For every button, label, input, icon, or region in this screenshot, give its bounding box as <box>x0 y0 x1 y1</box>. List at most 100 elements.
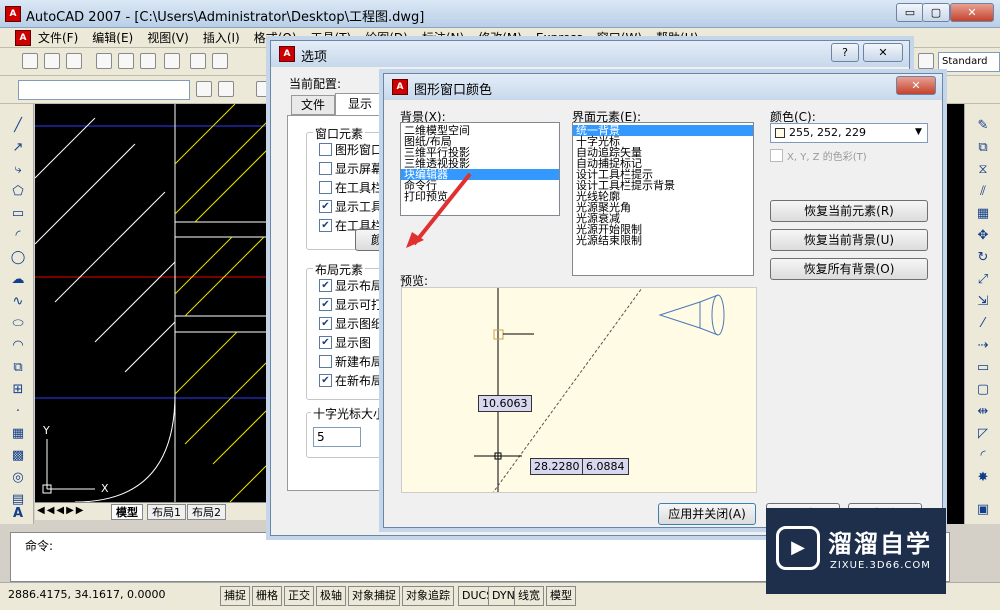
open-file-icon[interactable] <box>44 53 60 69</box>
copy-object-icon[interactable]: ⧉ <box>975 140 991 156</box>
menu-item-1[interactable]: 编辑(E) <box>92 28 133 48</box>
status-toggle-9[interactable]: 模型 <box>546 586 576 606</box>
scale-icon[interactable]: ⤢ <box>975 272 991 288</box>
join-icon[interactable]: ⇹ <box>975 404 991 420</box>
status-toggle-2[interactable]: 正交 <box>284 586 314 606</box>
ellipse-icon[interactable]: ⬭ <box>10 316 26 332</box>
status-toggle-0[interactable]: 捕捉 <box>220 586 250 606</box>
checkbox[interactable]: ✔ <box>319 218 332 232</box>
restore-all-contexts-button[interactable]: 恢复所有背景(O) <box>770 258 928 280</box>
checkbox[interactable]: ✔ <box>319 335 332 349</box>
drawing-area[interactable]: Y X <box>35 104 275 502</box>
restore-current-context-button[interactable]: 恢复当前背景(U) <box>770 229 928 251</box>
layer-previous-icon[interactable] <box>218 81 234 97</box>
publish-icon[interactable] <box>140 53 156 69</box>
extend-icon[interactable]: ⇢ <box>975 338 991 354</box>
arc-icon[interactable]: ◜ <box>10 228 26 244</box>
status-toggle-8[interactable]: 线宽 <box>514 586 544 606</box>
tab-files[interactable]: 文件 <box>291 95 335 115</box>
menu-item-3[interactable]: 插入(I) <box>203 28 240 48</box>
checkbox[interactable]: ✔ <box>319 297 332 311</box>
fillet-icon[interactable]: ◜ <box>975 448 991 464</box>
break-icon[interactable]: ▢ <box>975 382 991 398</box>
text-style-icon[interactable] <box>918 53 934 69</box>
move-icon[interactable]: ✥ <box>975 228 991 244</box>
gradient-icon[interactable]: ▩ <box>10 448 26 464</box>
construction-line-icon[interactable]: ↗ <box>10 140 26 156</box>
save-icon[interactable] <box>66 53 82 69</box>
window-elements-title: 窗口元素 <box>313 125 366 142</box>
new-file-icon[interactable] <box>22 53 38 69</box>
xyz-tint-checkbox[interactable] <box>770 149 783 162</box>
drawing-area-right[interactable] <box>942 104 964 524</box>
region-icon[interactable]: ◎ <box>10 470 26 486</box>
trim-icon[interactable]: ⁄ <box>975 316 991 332</box>
polyline-icon[interactable]: ⤷ <box>10 162 26 178</box>
checkbox[interactable] <box>319 180 332 194</box>
interface-element-list[interactable]: 统一背景 十字光标 自动追踪矢量 自动捕捉标记 设计工具栏提示 设计工具栏提示背景 光线轮廓… <box>572 122 754 276</box>
close-button[interactable]: ✕ <box>950 3 994 22</box>
make-block-icon[interactable]: ⊞ <box>10 382 26 398</box>
status-toggle-5[interactable]: 对象追踪 <box>402 586 454 606</box>
list-item[interactable]: 光源结束限制 <box>573 235 753 246</box>
erase-icon[interactable]: ✎ <box>975 118 991 134</box>
xyz-tint-option[interactable]: X, Y, Z 的色彩(T) <box>770 148 867 163</box>
multiline-text-icon[interactable]: A <box>10 506 26 522</box>
point-icon[interactable]: · <box>10 404 26 420</box>
checkbox[interactable] <box>319 142 332 156</box>
chamfer-icon[interactable]: ◸ <box>975 426 991 442</box>
properties-icon[interactable]: ▣ <box>975 502 991 518</box>
line-icon[interactable]: ╱ <box>10 118 26 134</box>
insert-block-icon[interactable]: ⧉ <box>10 360 26 376</box>
options-close-button[interactable]: ✕ <box>863 43 903 62</box>
stretch-icon[interactable]: ⇲ <box>975 294 991 310</box>
layer-manager-icon[interactable] <box>196 81 212 97</box>
array-icon[interactable]: ▦ <box>975 206 991 222</box>
break-at-point-icon[interactable]: ▭ <box>975 360 991 376</box>
circle-icon[interactable]: ◯ <box>10 250 26 266</box>
crosshair-size-input[interactable]: 5 <box>313 427 361 447</box>
menu-item-2[interactable]: 视图(V) <box>147 28 189 48</box>
polygon-icon[interactable]: ⬠ <box>10 184 26 200</box>
layer-combo[interactable] <box>18 80 190 100</box>
restore-button[interactable]: ▢ <box>922 3 950 22</box>
color-select[interactable]: 255, 252, 229 ▼ <box>770 123 928 143</box>
checkbox[interactable]: ✔ <box>319 316 332 330</box>
tab-scroll-arrows[interactable]: ◀◀◀▶▶ <box>37 505 85 516</box>
print-icon[interactable] <box>96 53 112 69</box>
cut-icon[interactable] <box>164 53 180 69</box>
text-style-combo[interactable]: Standard <box>938 52 1000 72</box>
spline-icon[interactable]: ∿ <box>10 294 26 310</box>
checkbox[interactable]: ✔ <box>319 199 332 213</box>
rotate-icon[interactable]: ↻ <box>975 250 991 266</box>
status-toggle-1[interactable]: 栅格 <box>252 586 282 606</box>
autocad-logo-icon: A <box>5 6 21 22</box>
colors-close-button[interactable]: ✕ <box>896 76 936 95</box>
status-toggle-4[interactable]: 对象捕捉 <box>348 586 400 606</box>
status-toggle-3[interactable]: 极轴 <box>316 586 346 606</box>
hatch-icon[interactable]: ▦ <box>10 426 26 442</box>
checkbox[interactable] <box>319 354 332 368</box>
plot-preview-icon[interactable] <box>118 53 134 69</box>
tab-layout2[interactable]: 布局2 <box>187 504 226 520</box>
ellipse-arc-icon[interactable]: ◠ <box>10 338 26 354</box>
copy-icon[interactable] <box>190 53 206 69</box>
checkbox[interactable] <box>319 161 332 175</box>
restore-current-element-button[interactable]: 恢复当前元素(R) <box>770 200 928 222</box>
options_dialog-layout_elements-item-3[interactable]: ✔ 显示图 <box>319 334 371 350</box>
offset-icon[interactable]: ⫽ <box>975 184 991 200</box>
explode-icon[interactable]: ✸ <box>975 470 991 486</box>
rectangle-icon[interactable]: ▭ <box>10 206 26 222</box>
checkbox[interactable]: ✔ <box>319 373 332 387</box>
tab-layout1[interactable]: 布局1 <box>147 504 186 520</box>
menu-item-0[interactable]: 文件(F) <box>38 28 78 48</box>
minimize-button[interactable]: ▭ <box>896 3 924 22</box>
options-help-button[interactable]: ? <box>831 43 859 62</box>
mirror-icon[interactable]: ⧖ <box>975 162 991 178</box>
revision-cloud-icon[interactable]: ☁ <box>10 272 26 288</box>
tab-model[interactable]: 模型 <box>111 504 143 520</box>
paste-icon[interactable] <box>212 53 228 69</box>
checkbox[interactable]: ✔ <box>319 278 332 292</box>
tab-display[interactable]: 显示 <box>335 93 385 115</box>
apply-and-close-button[interactable]: 应用并关闭(A) <box>658 503 756 525</box>
